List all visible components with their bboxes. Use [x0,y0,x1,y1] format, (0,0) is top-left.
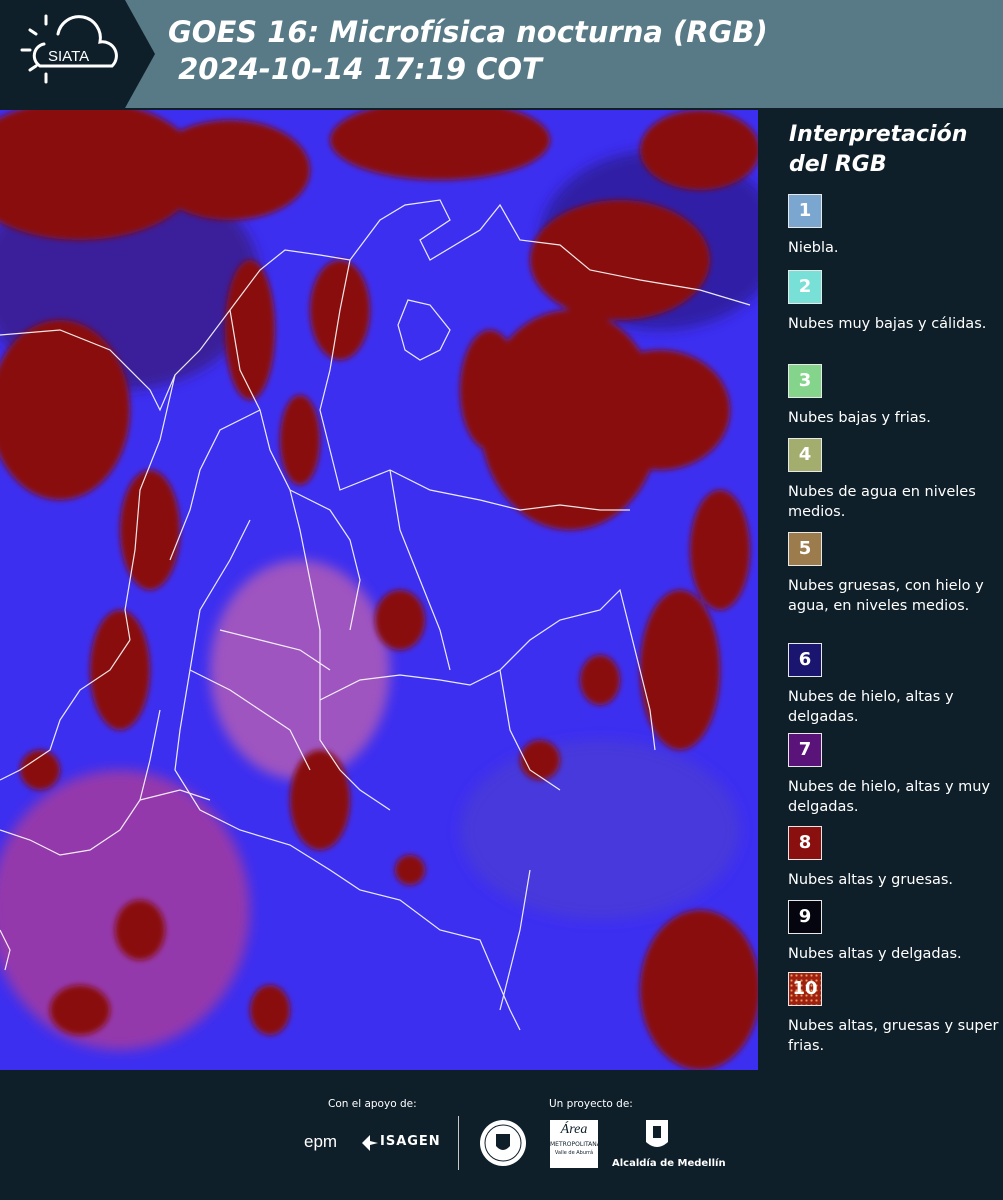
legend-label: Nubes altas y gruesas. [788,872,954,888]
legend-label: Nubes gruesas, con hielo y agua, en nive… [788,578,984,614]
legend-item: 8 Nubes altas y gruesas. [788,826,1000,890]
legend-label: Nubes altas, gruesas y super frias. [788,1018,999,1054]
logo-band: SIATA [0,0,155,108]
title-line-1: GOES 16: Microfísica nocturna (RGB) [168,15,768,49]
legend-item: 2 Nubes muy bajas y cálidas. [788,270,1000,334]
support-label: Con el apoyo de: [328,1098,417,1110]
legend-swatch-10: 10 [788,972,822,1006]
satellite-map [0,110,758,1070]
page-title: GOES 16: Microfísica nocturna (RGB) 2024… [168,14,768,88]
isagen-logo-icon [362,1135,378,1151]
legend-label: Nubes de hielo, altas y delgadas. [788,689,954,725]
legend-swatch-6: 6 [788,643,822,677]
medellin-shield-icon [646,1120,668,1147]
legend-swatch-2: 2 [788,270,822,304]
legend-label: Nubes muy bajas y cálidas. [788,316,987,332]
header: SIATA GOES 16: Microfísica nocturna (RGB… [0,0,1003,108]
legend-title: Interpretación del RGB [789,120,967,180]
legend-swatch-9: 9 [788,900,822,934]
legend-title-line-1: Interpretación [789,122,968,147]
area-logo-sub: METROPOLITANA [550,1141,601,1148]
legend-swatch-7: 7 [788,733,822,767]
legend-label: Nubes de hielo, altas y muy delgadas. [788,779,991,815]
legend-item: 7 Nubes de hielo, altas y muy delgadas. [788,733,1000,817]
legend-title-line-2: del RGB [789,152,887,177]
legend: Interpretación del RGB 1 Niebla. 2 Nubes… [760,108,1003,1070]
isagen-logo: ISAGEN [380,1134,441,1149]
university-seal-icon [480,1120,526,1166]
legend-label: Niebla. [788,240,839,256]
legend-item: 6 Nubes de hielo, altas y delgadas. [788,643,1000,727]
legend-item: 9 Nubes altas y delgadas. [788,900,1000,964]
legend-item: 5 Nubes gruesas, con hielo y agua, en ni… [788,532,1000,616]
logo-text: SIATA [48,48,89,65]
area-metropolitana-logo: Área METROPOLITANA Valle de Aburrá [550,1120,601,1168]
legend-label: Nubes bajas y frias. [788,410,931,426]
legend-label: Nubes altas y delgadas. [788,946,962,962]
footer-divider [458,1116,459,1170]
legend-swatch-8: 8 [788,826,822,860]
medellin-logo: Alcaldía de Medellín [612,1158,726,1169]
legend-label: Nubes de agua en niveles medios. [788,484,976,520]
title-line-2: 2024-10-14 17:19 COT [168,52,542,86]
footer: Con el apoyo de: Un proyecto de: epm ISA… [0,1070,1003,1200]
legend-item: 3 Nubes bajas y frias. [788,364,1000,428]
legend-swatch-1: 1 [788,194,822,228]
legend-item: 10 Nubes altas, gruesas y super frias. [788,972,1000,1056]
legend-swatch-3: 3 [788,364,822,398]
legend-item: 4 Nubes de agua en niveles medios. [788,438,1000,522]
area-logo-sub2: Valle de Aburrá [554,1150,594,1156]
legend-item: 1 Niebla. [788,194,1000,258]
legend-swatch-4: 4 [788,438,822,472]
epm-logo: epm [304,1132,338,1151]
area-logo-title: Área [560,1122,588,1137]
project-label: Un proyecto de: [549,1098,633,1110]
legend-swatch-5: 5 [788,532,822,566]
